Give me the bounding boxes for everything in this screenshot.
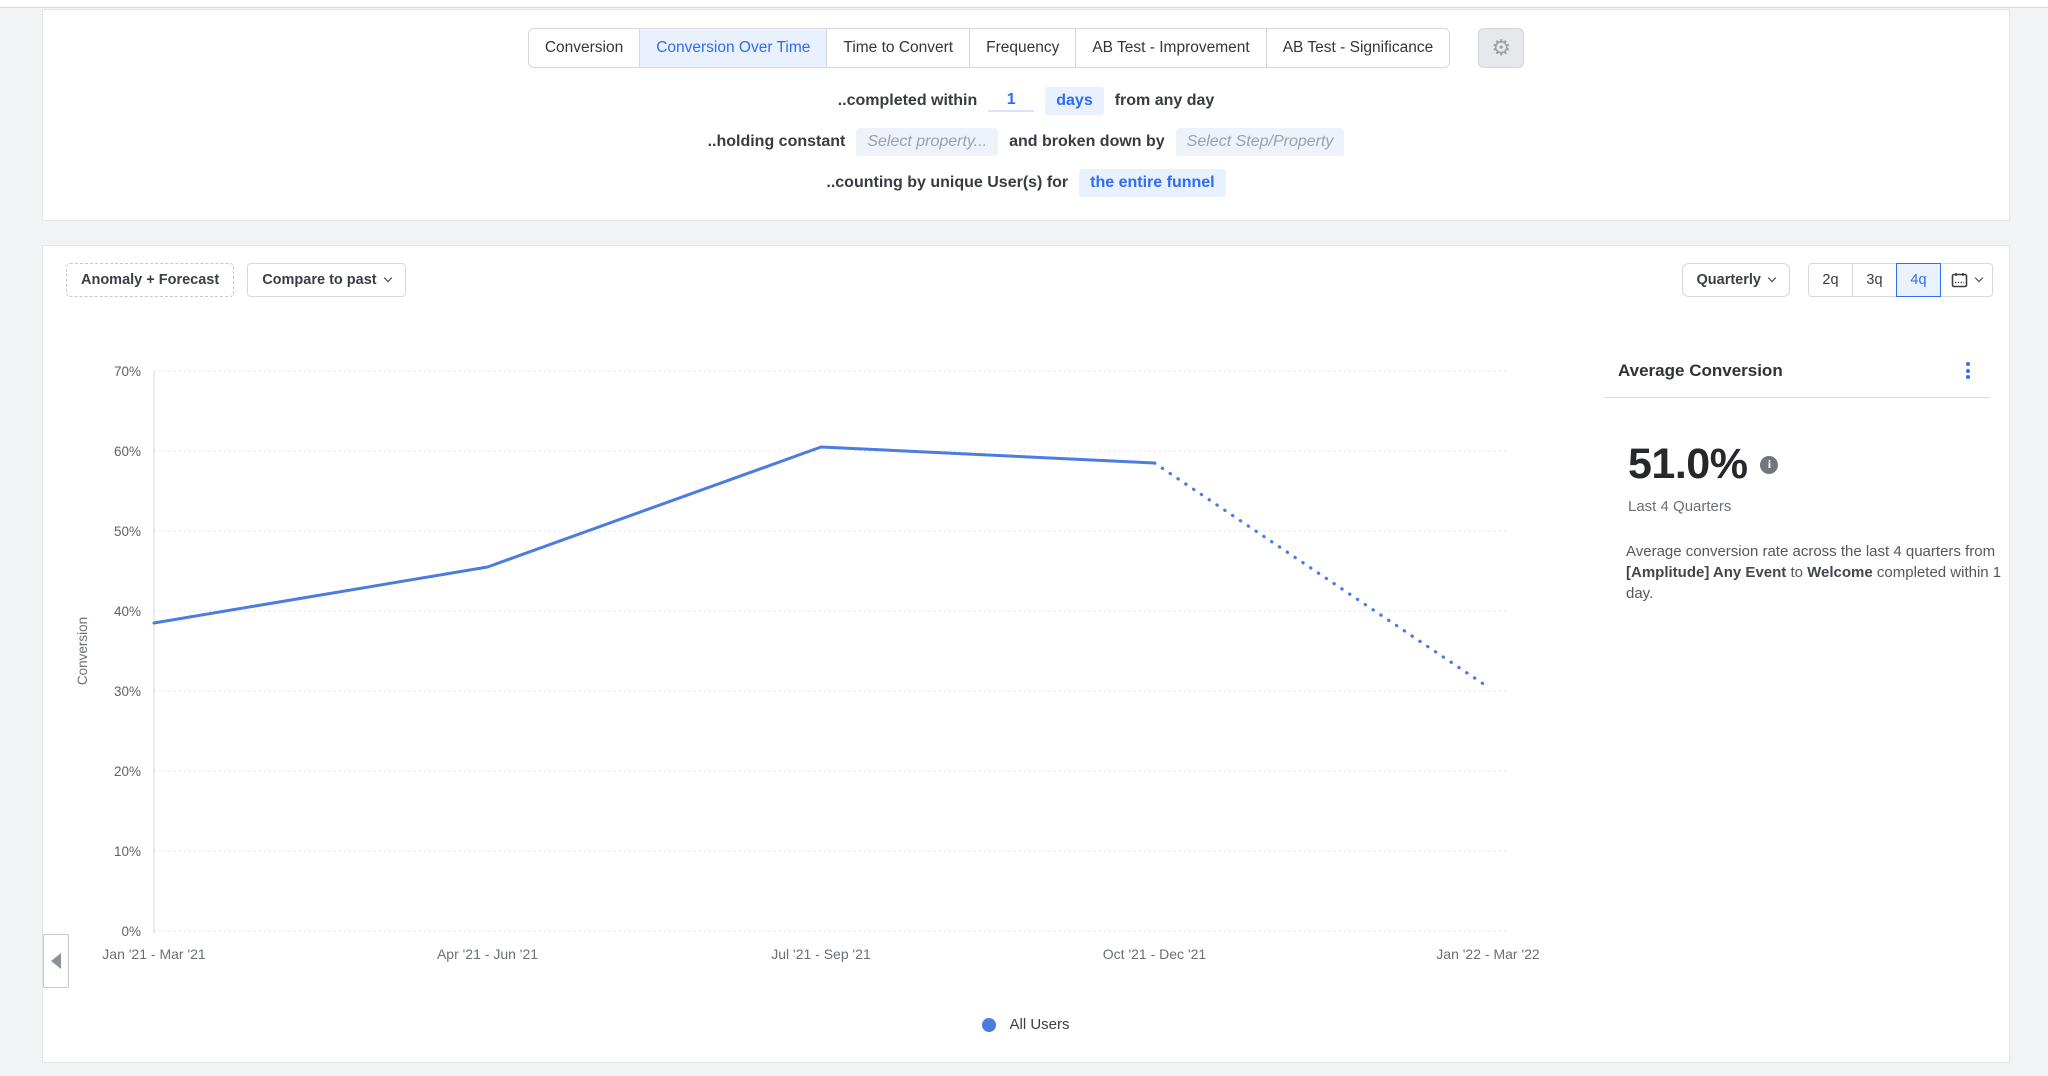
tab-time-to-convert[interactable]: Time to Convert — [826, 28, 970, 68]
y-tick-label: 30% — [114, 684, 141, 699]
query-definition: ..completed within days from any day ..h… — [43, 86, 2009, 198]
select-step-property-input[interactable]: Select Step/Property — [1176, 128, 1345, 156]
y-tick-label: 60% — [114, 444, 141, 459]
completed-within-label: ..completed within — [838, 92, 978, 110]
y-tick-label: 50% — [114, 524, 141, 539]
completed-within-row: ..completed within days from any day — [838, 86, 1215, 116]
y-tick-label: 10% — [114, 844, 141, 859]
chart-legend: All Users — [43, 1016, 2009, 1033]
broken-down-by-label: and broken down by — [1009, 133, 1165, 151]
funnel-query-panel: Conversion Conversion Over Time Time to … — [42, 9, 2010, 221]
anomaly-forecast-button[interactable]: Anomaly + Forecast — [66, 263, 234, 297]
entire-funnel-select[interactable]: the entire funnel — [1079, 169, 1225, 197]
average-conversion-summary: Average Conversion 51.0% i Last 4 Quarte… — [1604, 358, 1990, 604]
range-2q-button[interactable]: 2q — [1808, 263, 1853, 297]
summary-description: Average conversion rate across the last … — [1626, 541, 2006, 604]
info-icon[interactable]: i — [1760, 456, 1778, 474]
range-4q-button[interactable]: 4q — [1896, 263, 1941, 297]
tab-ab-test-improvement[interactable]: AB Test - Improvement — [1075, 28, 1266, 68]
conversion-over-time-chart: 0% 10% 20% 30% 40% 50% 60% 70% Jan '21 - Mar '21… — [61, 351, 1561, 1011]
y-tick-label: 0% — [121, 924, 141, 939]
y-tick-label: 20% — [114, 764, 141, 779]
completed-within-value-input[interactable] — [988, 90, 1034, 112]
compare-to-past-label: Compare to past — [262, 272, 376, 288]
x-tick-label: Apr '21 - Jun '21 — [437, 946, 538, 962]
series-line — [154, 447, 1155, 623]
y-axis-title: Conversion — [75, 617, 90, 685]
series-forecast-line — [1155, 463, 1489, 687]
legend-label[interactable]: All Users — [1009, 1016, 1069, 1033]
chart-settings-button[interactable]: ⚙︎ — [1478, 28, 1524, 68]
tab-frequency[interactable]: Frequency — [969, 28, 1076, 68]
interval-select-button[interactable]: Quarterly — [1682, 263, 1790, 297]
average-conversion-value: 51.0% — [1628, 440, 1747, 489]
y-tick-label: 70% — [114, 364, 141, 379]
range-3q-button[interactable]: 3q — [1852, 263, 1897, 297]
completed-within-unit-select[interactable]: days — [1045, 87, 1103, 115]
from-any-day-label: from any day — [1115, 92, 1215, 110]
summary-value-row: 51.0% i — [1628, 440, 1990, 489]
x-tick-label: Oct '21 - Dec '21 — [1103, 946, 1207, 962]
chart-panel: Anomaly + Forecast Compare to past Quart… — [42, 245, 2010, 1063]
summary-divider — [1604, 397, 1990, 398]
select-property-input[interactable]: Select property... — [856, 128, 998, 156]
counting-by-row: ..counting by unique User(s) for the ent… — [826, 168, 1225, 198]
kebab-menu-icon[interactable] — [1962, 358, 1974, 383]
summary-period: Last 4 Quarters — [1628, 498, 1990, 515]
gear-icon: ⚙︎ — [1491, 37, 1511, 59]
top-header-strip — [0, 0, 2048, 8]
collapse-panel-button[interactable] — [43, 934, 69, 988]
chevron-down-icon — [1768, 274, 1776, 282]
tab-conversion-over-time[interactable]: Conversion Over Time — [639, 28, 827, 68]
holding-constant-label: ..holding constant — [708, 133, 846, 151]
date-range-segment: 2q 3q 4q — [1808, 263, 1993, 297]
calendar-icon — [1951, 272, 1968, 288]
chevron-down-icon — [1975, 274, 1983, 282]
holding-constant-row: ..holding constant Select property... an… — [708, 127, 1345, 157]
legend-dot[interactable] — [982, 1018, 996, 1032]
compare-to-past-button[interactable]: Compare to past — [247, 263, 405, 297]
chevron-down-icon — [383, 274, 391, 282]
custom-date-range-button[interactable] — [1940, 263, 1993, 297]
summary-header: Average Conversion — [1604, 358, 1990, 383]
tab-ab-test-significance[interactable]: AB Test - Significance — [1266, 28, 1450, 68]
counting-by-label: ..counting by unique User(s) for — [826, 174, 1068, 192]
x-tick-label: Jan '21 - Mar '21 — [102, 946, 206, 962]
tab-group: Conversion Conversion Over Time Time to … — [528, 28, 1450, 68]
x-tick-label: Jan '22 - Mar '22 — [1436, 946, 1540, 962]
collapse-left-icon — [51, 953, 61, 969]
x-tick-label: Jul '21 - Sep '21 — [771, 946, 871, 962]
view-tabs: Conversion Conversion Over Time Time to … — [43, 28, 2009, 68]
y-tick-label: 40% — [114, 604, 141, 619]
tab-conversion[interactable]: Conversion — [528, 28, 640, 68]
interval-label: Quarterly — [1697, 272, 1761, 288]
chart-controls: Anomaly + Forecast Compare to past Quart… — [66, 263, 1993, 297]
summary-title: Average Conversion — [1618, 361, 1783, 381]
